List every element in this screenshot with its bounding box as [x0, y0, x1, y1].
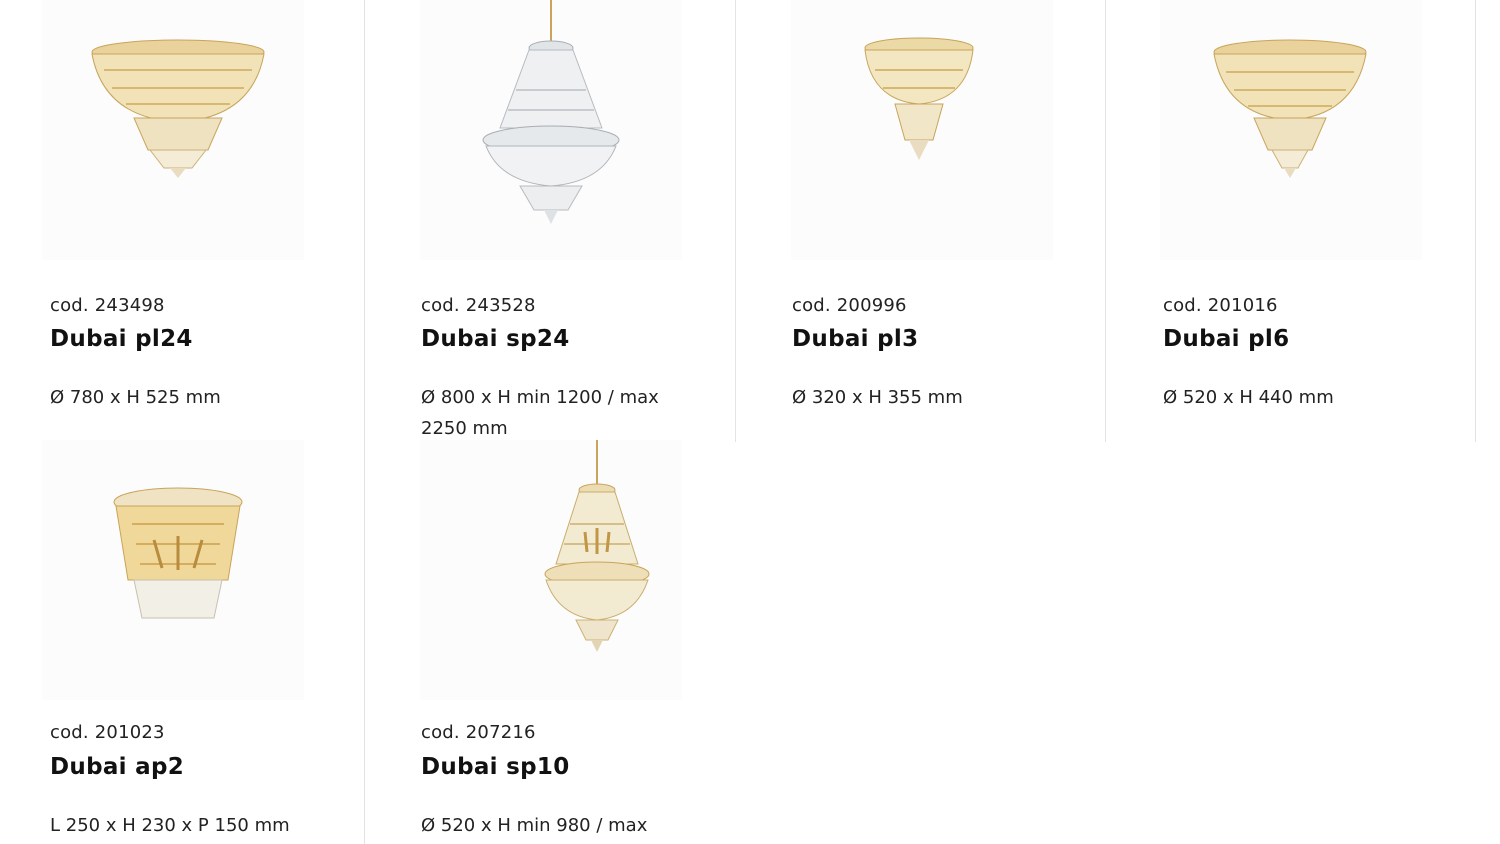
column-divider — [364, 0, 365, 844]
product-image[interactable] — [420, 0, 682, 260]
column-divider — [1475, 0, 1476, 442]
product-code: cod. 207216 — [421, 722, 536, 743]
wall-lamp-icon — [113, 487, 243, 619]
product-name[interactable]: Dubai pl6 — [1163, 326, 1289, 352]
product-dimensions: Ø 780 x H 525 mm — [50, 387, 221, 408]
product-code: cod. 243528 — [421, 295, 536, 316]
product-dimensions: Ø 800 x H min 1200 / max 2250 mm — [421, 387, 659, 439]
product-name[interactable]: Dubai pl24 — [50, 326, 193, 352]
product-card[interactable]: cod. 207216 Dubai sp10 Ø 520 x H min 980… — [371, 440, 735, 844]
product-card[interactable]: cod. 200996 Dubai pl3 Ø 320 x H 355 mm — [742, 0, 1106, 442]
product-name[interactable]: Dubai ap2 — [50, 754, 184, 780]
pendant-chandelier-icon — [482, 0, 620, 224]
product-dimensions: L 250 x H 230 x P 150 mm — [50, 815, 290, 836]
product-image[interactable] — [1160, 0, 1422, 260]
product-dimensions: Ø 520 x H min 980 / max — [421, 815, 648, 836]
ceiling-chandelier-icon — [1213, 39, 1367, 178]
product-name[interactable]: Dubai sp10 — [421, 754, 570, 780]
product-image[interactable] — [420, 440, 682, 700]
product-image[interactable] — [42, 0, 304, 260]
ceiling-chandelier-icon — [864, 37, 974, 160]
product-grid: cod. 243498 Dubai pl24 Ø 780 x H 525 mm … — [0, 0, 1500, 844]
product-card[interactable]: cod. 243498 Dubai pl24 Ø 780 x H 525 mm — [0, 0, 364, 442]
column-divider — [735, 0, 736, 442]
product-image[interactable] — [791, 0, 1053, 260]
product-card[interactable]: cod. 201016 Dubai pl6 Ø 520 x H 440 mm — [1113, 0, 1475, 442]
product-dimensions: Ø 520 x H 440 mm — [1163, 387, 1334, 408]
product-code: cod. 243498 — [50, 295, 165, 316]
product-card[interactable]: cod. 243528 Dubai sp24 Ø 800 x H min 120… — [371, 0, 735, 442]
product-name[interactable]: Dubai pl3 — [792, 326, 918, 352]
pendant-chandelier-icon — [544, 440, 650, 652]
product-card[interactable]: cod. 201023 Dubai ap2 L 250 x H 230 x P … — [0, 440, 364, 844]
product-code: cod. 200996 — [792, 295, 907, 316]
product-code: cod. 201023 — [50, 722, 165, 743]
product-image[interactable] — [42, 440, 304, 700]
product-dimensions: Ø 320 x H 355 mm — [792, 387, 963, 408]
product-name[interactable]: Dubai sp24 — [421, 326, 570, 352]
product-code: cod. 201016 — [1163, 295, 1278, 316]
ceiling-chandelier-icon — [91, 39, 265, 178]
